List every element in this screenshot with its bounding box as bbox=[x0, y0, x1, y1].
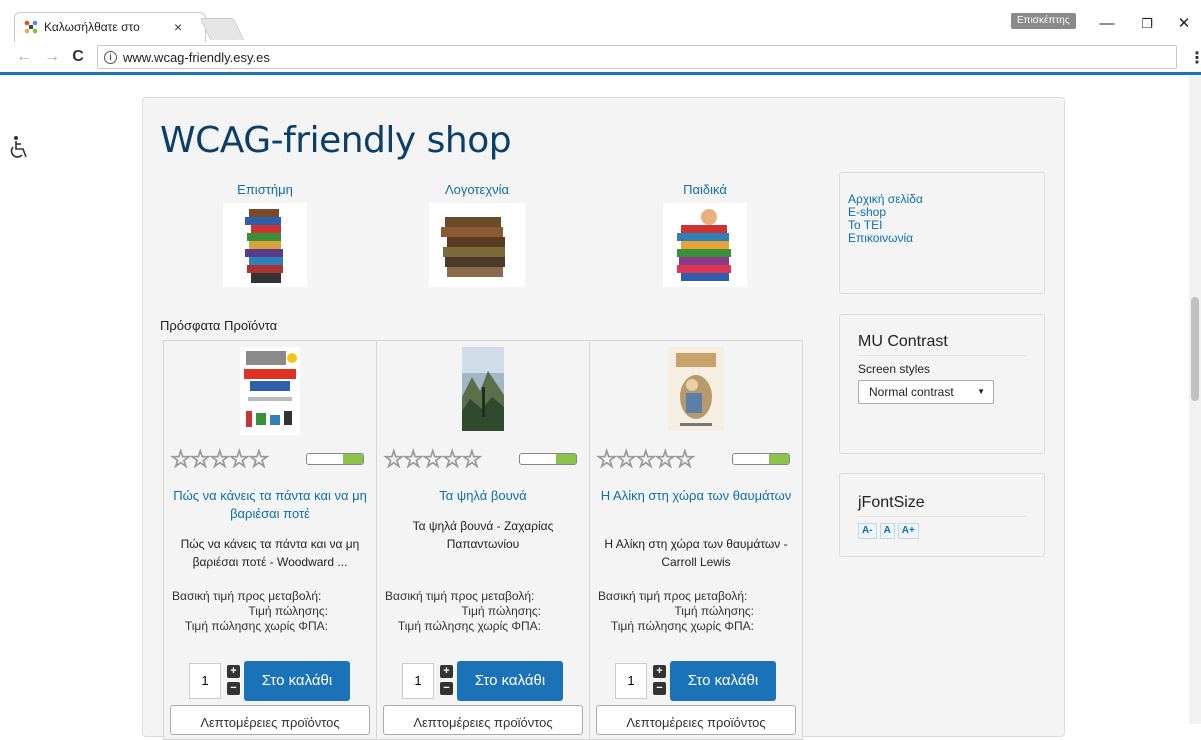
browser-tab-content[interactable]: Καλωσήλθατε στο × bbox=[24, 14, 204, 40]
fontsize-module-title: jFontSize bbox=[858, 494, 1026, 517]
product-details-button[interactable]: Λεπτομέρειες προϊόντος bbox=[596, 705, 796, 735]
contrast-module: MU Contrast Screen styles Normal contras… bbox=[839, 314, 1045, 454]
product-cover-image[interactable] bbox=[668, 347, 724, 431]
net-price-label: Τιμή πώλησης χωρίς ΦΠΑ: bbox=[610, 619, 754, 633]
stock-level-indicator bbox=[306, 453, 364, 465]
font-reset-button[interactable]: A bbox=[879, 523, 895, 539]
stock-level-fill bbox=[343, 454, 363, 464]
net-price-label: Τιμή πώλησης χωρίς ΦΠΑ: bbox=[184, 619, 328, 633]
font-decrease-button[interactable]: A- bbox=[858, 523, 877, 539]
main-menu-module: Αρχική σελίδα E-shop Το ΤΕΙ Επικοινωνία bbox=[839, 172, 1045, 294]
sale-price-label: Τιμή πώλησης: bbox=[248, 604, 328, 618]
product-name-link[interactable]: Η Αλίκη στη χώρα των θαυμάτων bbox=[598, 487, 794, 505]
browser-menu-icon[interactable]: ⋮ bbox=[1189, 48, 1201, 68]
chevron-down-icon: ▼ bbox=[977, 387, 985, 396]
minus-icon[interactable]: − bbox=[227, 682, 240, 695]
product-card: ☆☆☆☆☆ Πώς να κάνεις τα πάντα και να μη β… bbox=[163, 340, 377, 740]
plus-icon[interactable]: + bbox=[440, 665, 453, 678]
quantity-input[interactable]: 1 bbox=[189, 663, 221, 699]
add-to-cart-button[interactable]: Στο καλάθι bbox=[457, 661, 563, 701]
fontsize-buttons: A- A A+ bbox=[858, 523, 1026, 539]
price-block: Βασική τιμή προς μεταβολή: Τιμή πώλησης:… bbox=[172, 589, 368, 634]
product-cover-image[interactable] bbox=[462, 347, 504, 431]
category-kids[interactable]: Παιδικά bbox=[645, 182, 765, 292]
product-name-link[interactable]: Τα ψηλά βουνά bbox=[385, 487, 581, 505]
base-price-label: Βασική τιμή προς μεταβολή: bbox=[385, 589, 535, 603]
sale-price-label: Τιμή πώλησης: bbox=[674, 604, 754, 618]
accessibility-icon[interactable] bbox=[8, 135, 30, 161]
scrollbar-thumb[interactable] bbox=[1191, 297, 1199, 401]
stock-level-fill bbox=[769, 454, 789, 464]
product-card: ☆☆☆☆☆ Η Αλίκη στη χώρα των θαυμάτων Η Αλ… bbox=[589, 340, 803, 740]
product-name-link[interactable]: Πώς να κάνεις τα πάντα και να μη βαριέσα… bbox=[172, 487, 368, 523]
net-price-label: Τιμή πώλησης χωρίς ΦΠΑ: bbox=[397, 619, 541, 633]
add-to-cart-button[interactable]: Στο καλάθι bbox=[670, 661, 776, 701]
books-stack-image[interactable] bbox=[223, 203, 307, 287]
fontsize-module: jFontSize A- A A+ bbox=[839, 473, 1045, 557]
screen-styles-label: Screen styles bbox=[858, 362, 931, 376]
profile-badge[interactable]: Επισκέπτης bbox=[1011, 13, 1076, 29]
books-stack-image[interactable] bbox=[663, 203, 747, 287]
contrast-select[interactable]: Normal contrast ▼ bbox=[858, 380, 994, 404]
minimize-icon[interactable]: — bbox=[1095, 14, 1119, 34]
quantity-stepper[interactable]: + − bbox=[440, 665, 453, 699]
category-literature[interactable]: Λογοτεχνία bbox=[417, 182, 537, 292]
category-link[interactable]: Λογοτεχνία bbox=[417, 182, 537, 197]
price-block: Βασική τιμή προς μεταβολή: Τιμή πώλησης:… bbox=[598, 589, 794, 634]
address-bar[interactable]: i www.wcag-friendly.esy.es bbox=[97, 45, 1177, 69]
font-increase-button[interactable]: A+ bbox=[897, 523, 919, 539]
new-tab-button[interactable] bbox=[199, 18, 245, 40]
quantity-stepper[interactable]: + − bbox=[653, 665, 666, 699]
product-details-button[interactable]: Λεπτομέρειες προϊόντος bbox=[383, 705, 583, 735]
quantity-input[interactable]: 1 bbox=[615, 663, 647, 699]
stock-level-indicator bbox=[519, 453, 577, 465]
base-price-label: Βασική τιμή προς μεταβολή: bbox=[172, 589, 322, 603]
add-to-cart-button[interactable]: Στο καλάθι bbox=[244, 661, 350, 701]
site-title: WCAG-friendly shop bbox=[160, 120, 512, 161]
restore-icon[interactable]: ❐ bbox=[1135, 14, 1159, 34]
browser-toolbar: ← → C i www.wcag-friendly.esy.es ⋮ bbox=[0, 42, 1201, 72]
main-container: WCAG-friendly shop Επιστήμη Λογοτεχνία Π… bbox=[142, 97, 1065, 740]
url-text: www.wcag-friendly.esy.es bbox=[123, 49, 270, 65]
rating-stars: ☆☆☆☆☆ bbox=[170, 446, 271, 474]
tab-title: Καλωσήλθατε στο bbox=[44, 20, 140, 34]
joomla-favicon-icon bbox=[24, 20, 38, 34]
reload-icon[interactable]: C bbox=[68, 47, 88, 67]
contrast-select-value: Normal contrast bbox=[869, 385, 954, 399]
rating-stars: ☆☆☆☆☆ bbox=[596, 446, 697, 474]
minus-icon[interactable]: − bbox=[653, 682, 666, 695]
info-icon[interactable]: i bbox=[104, 50, 117, 64]
sale-price-label: Τιμή πώλησης: bbox=[461, 604, 541, 618]
minus-icon[interactable]: − bbox=[440, 682, 453, 695]
recent-products-heading: Πρόσφατα Προϊόντα bbox=[160, 318, 278, 333]
menu-item-contact[interactable]: Επικοινωνία bbox=[848, 232, 1044, 245]
stock-level-fill bbox=[556, 454, 576, 464]
plus-icon[interactable]: + bbox=[227, 665, 240, 678]
stock-level-indicator bbox=[732, 453, 790, 465]
product-description: Τα ψηλά βουνά - Ζαχαρίας Παπαντωνίου bbox=[412, 519, 554, 551]
product-card: ☆☆☆☆☆ Τα ψηλά βουνά Τα ψηλά βουνά - Ζαχα… bbox=[376, 340, 590, 740]
close-window-icon[interactable]: ✕ bbox=[1172, 14, 1196, 34]
category-link[interactable]: Επιστήμη bbox=[205, 182, 325, 197]
rating-stars: ☆☆☆☆☆ bbox=[383, 446, 484, 474]
forward-icon[interactable]: → bbox=[42, 47, 62, 67]
plus-icon[interactable]: + bbox=[653, 665, 666, 678]
category-science[interactable]: Επιστήμη bbox=[205, 182, 325, 292]
product-cover-image[interactable] bbox=[240, 347, 300, 435]
base-price-label: Βασική τιμή προς μεταβολή: bbox=[598, 589, 748, 603]
product-description: Πώς να κάνεις τα πάντα και να μη βαριέσα… bbox=[180, 537, 360, 569]
quantity-input[interactable]: 1 bbox=[402, 663, 434, 699]
back-icon[interactable]: ← bbox=[14, 47, 34, 67]
browser-tabstrip: Καλωσήλθατε στο × Επισκέπτης — ❐ ✕ bbox=[0, 0, 1201, 42]
contrast-module-title: MU Contrast bbox=[858, 333, 1026, 356]
category-link[interactable]: Παιδικά bbox=[645, 182, 765, 197]
price-block: Βασική τιμή προς μεταβολή: Τιμή πώλησης:… bbox=[385, 589, 581, 634]
page-viewport: WCAG-friendly shop Επιστήμη Λογοτεχνία Π… bbox=[0, 75, 1201, 740]
product-description: Η Αλίκη στη χώρα των θαυμάτων - Carroll … bbox=[604, 537, 788, 569]
books-stack-image[interactable] bbox=[429, 203, 525, 287]
quantity-stepper[interactable]: + − bbox=[227, 665, 240, 699]
page-scrollbar[interactable] bbox=[1189, 75, 1201, 724]
tab-close-icon[interactable]: × bbox=[174, 19, 182, 35]
product-details-button[interactable]: Λεπτομέρειες προϊόντος bbox=[170, 705, 370, 735]
